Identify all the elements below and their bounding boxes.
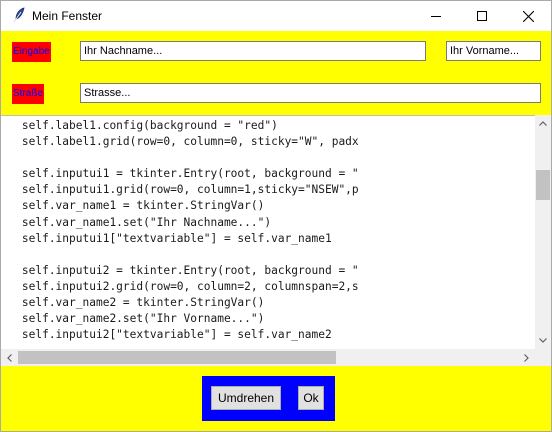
minimize-icon bbox=[431, 16, 441, 17]
chevron-left-icon bbox=[7, 353, 12, 362]
maximize-icon bbox=[477, 11, 487, 21]
close-icon bbox=[522, 10, 534, 22]
vertical-scroll-thumb[interactable] bbox=[536, 170, 550, 200]
horizontal-scroll-thumb[interactable] bbox=[18, 351, 336, 364]
umdrehen-button[interactable]: Umdrehen bbox=[211, 386, 281, 410]
scroll-down-button[interactable] bbox=[535, 332, 551, 349]
title-bar[interactable]: Mein Fenster bbox=[1, 1, 551, 31]
vorname-input[interactable]: Ihr Vorname... bbox=[446, 41, 541, 61]
chevron-right-icon bbox=[524, 353, 529, 362]
scrollbar-corner bbox=[535, 349, 551, 366]
chevron-down-icon bbox=[539, 338, 547, 343]
ok-button[interactable]: Ok bbox=[298, 386, 324, 410]
scroll-up-button[interactable] bbox=[535, 115, 551, 132]
scroll-left-button[interactable] bbox=[1, 349, 18, 366]
vertical-scrollbar[interactable] bbox=[535, 115, 551, 349]
code-content: self.label1.config(background = "red") s… bbox=[21, 119, 359, 342]
chevron-up-icon bbox=[539, 121, 547, 126]
nachname-input[interactable]: Ihr Nachname... bbox=[80, 41, 426, 61]
app-window: Mein Fenster Eingabe Ihr Nachname... Ihr… bbox=[0, 0, 552, 432]
feather-icon bbox=[11, 7, 27, 23]
horizontal-scrollbar[interactable] bbox=[1, 349, 535, 366]
scroll-right-button[interactable] bbox=[518, 349, 535, 366]
label-eingabe: Eingabe bbox=[12, 42, 51, 62]
window-title: Mein Fenster bbox=[32, 9, 103, 23]
button-frame: Umdrehen Ok bbox=[202, 376, 335, 421]
maximize-button[interactable] bbox=[459, 1, 505, 31]
close-button[interactable] bbox=[505, 1, 551, 31]
code-text-area[interactable]: self.label1.config(background = "red") s… bbox=[1, 115, 535, 350]
strasse-input[interactable]: Strasse... bbox=[80, 83, 541, 103]
minimize-button[interactable] bbox=[413, 1, 459, 31]
label-strasse: Straße bbox=[12, 84, 45, 104]
